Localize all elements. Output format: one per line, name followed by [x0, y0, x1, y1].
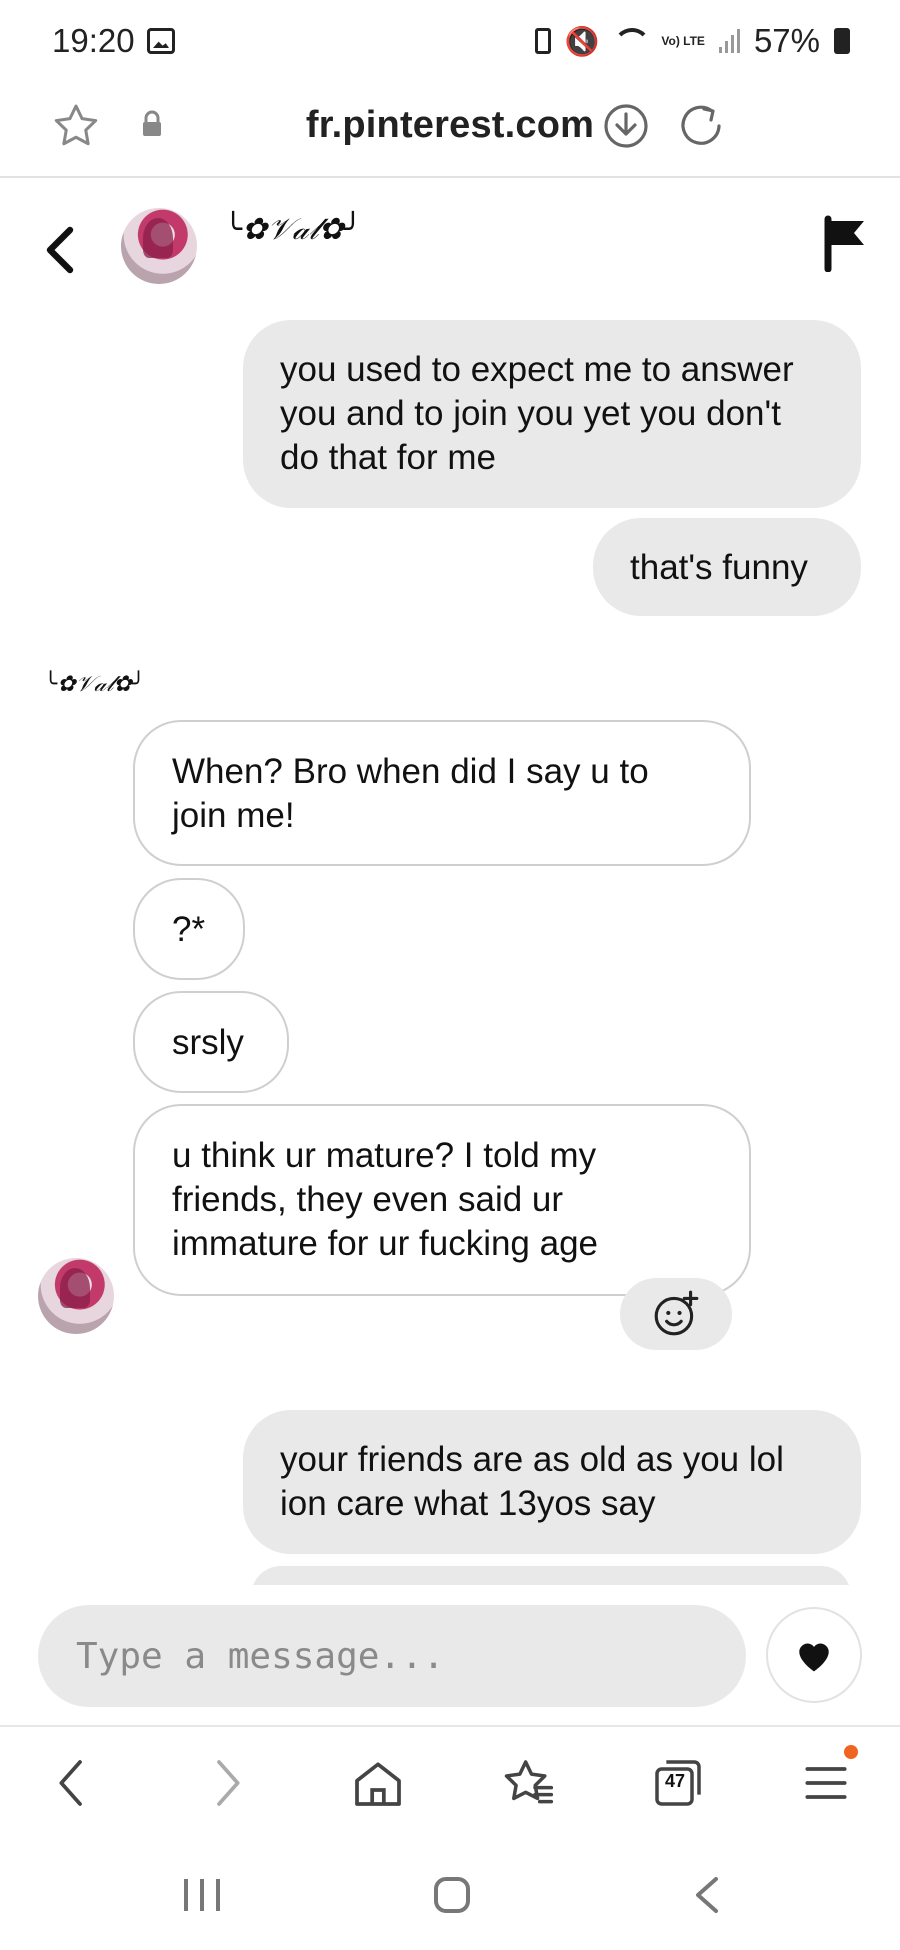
report-flag-icon[interactable] — [822, 214, 870, 272]
download-icon[interactable] — [602, 102, 650, 150]
message-bubble-incoming[interactable]: When? Bro when did I say u to join me! — [133, 720, 751, 866]
status-bar: 19:20 🔇 Vo) LTE 57% — [0, 0, 900, 82]
message-bubble-incoming[interactable]: srsly — [133, 991, 289, 1093]
volte-icon: Vo) LTE — [661, 33, 705, 48]
battery-saver-icon — [534, 28, 551, 54]
add-reaction-button[interactable] — [620, 1278, 732, 1350]
tabs-count: 47 — [665, 1771, 686, 1791]
like-button[interactable] — [766, 1607, 862, 1703]
contact-name[interactable]: ╰✿𝒱𝒶𝓁✿╯ — [224, 212, 362, 247]
browser-menu-button[interactable] — [798, 1745, 858, 1811]
browser-back-icon[interactable] — [45, 1755, 101, 1811]
back-arrow-icon[interactable] — [40, 224, 80, 276]
message-bubble-incoming[interactable]: u think ur mature? I told my friends, th… — [133, 1104, 751, 1296]
mute-icon: 🔇 — [564, 25, 600, 57]
message-list[interactable]: you used to expect me to answer you and … — [0, 310, 900, 1585]
sender-name: ╰✿𝒱𝒶𝓁✿╯ — [44, 672, 146, 697]
message-input[interactable] — [38, 1605, 746, 1707]
system-back-icon[interactable] — [692, 1875, 722, 1915]
tabs-button[interactable]: 47 — [650, 1755, 706, 1811]
message-bubble-outgoing[interactable]: your friends are as old as you lol ion c… — [243, 1410, 861, 1554]
message-bubble-outgoing[interactable]: you used to expect me to answer you and … — [243, 320, 861, 508]
message-composer — [0, 1585, 900, 1725]
wifi-icon — [613, 28, 652, 54]
battery-percent: 57% — [753, 22, 820, 59]
message-bubble-outgoing[interactable]: that's funny — [593, 518, 861, 616]
home-icon[interactable] — [350, 1755, 406, 1811]
contact-avatar[interactable] — [121, 208, 197, 284]
emoji-add-icon — [654, 1290, 699, 1336]
battery-icon — [834, 28, 850, 54]
browser-forward-icon[interactable] — [198, 1755, 254, 1811]
status-icons: 🔇 Vo) LTE 57% — [534, 22, 850, 60]
url-text[interactable]: fr.pinterest.com — [0, 104, 900, 147]
gallery-notification-icon — [147, 28, 175, 54]
status-time: 19:20 — [52, 22, 135, 59]
recent-apps-icon[interactable] — [180, 1875, 224, 1915]
browser-url-bar: fr.pinterest.com — [0, 82, 900, 178]
message-bubble-outgoing-partial[interactable] — [251, 1566, 851, 1585]
signal-icon — [718, 29, 740, 53]
browser-toolbar: 47 — [0, 1725, 900, 1835]
chat-header: ╰✿𝒱𝒶𝓁✿╯ — [0, 180, 900, 310]
system-home-icon[interactable] — [432, 1875, 472, 1915]
notification-dot — [844, 1745, 858, 1759]
reload-icon[interactable] — [677, 102, 725, 150]
hamburger-menu-icon — [805, 1767, 847, 1799]
system-navigation-bar — [0, 1835, 900, 1950]
sender-avatar[interactable] — [38, 1258, 114, 1334]
bookmarks-icon[interactable] — [500, 1755, 556, 1811]
message-bubble-incoming[interactable]: ?* — [133, 878, 245, 980]
heart-icon — [799, 1643, 829, 1672]
